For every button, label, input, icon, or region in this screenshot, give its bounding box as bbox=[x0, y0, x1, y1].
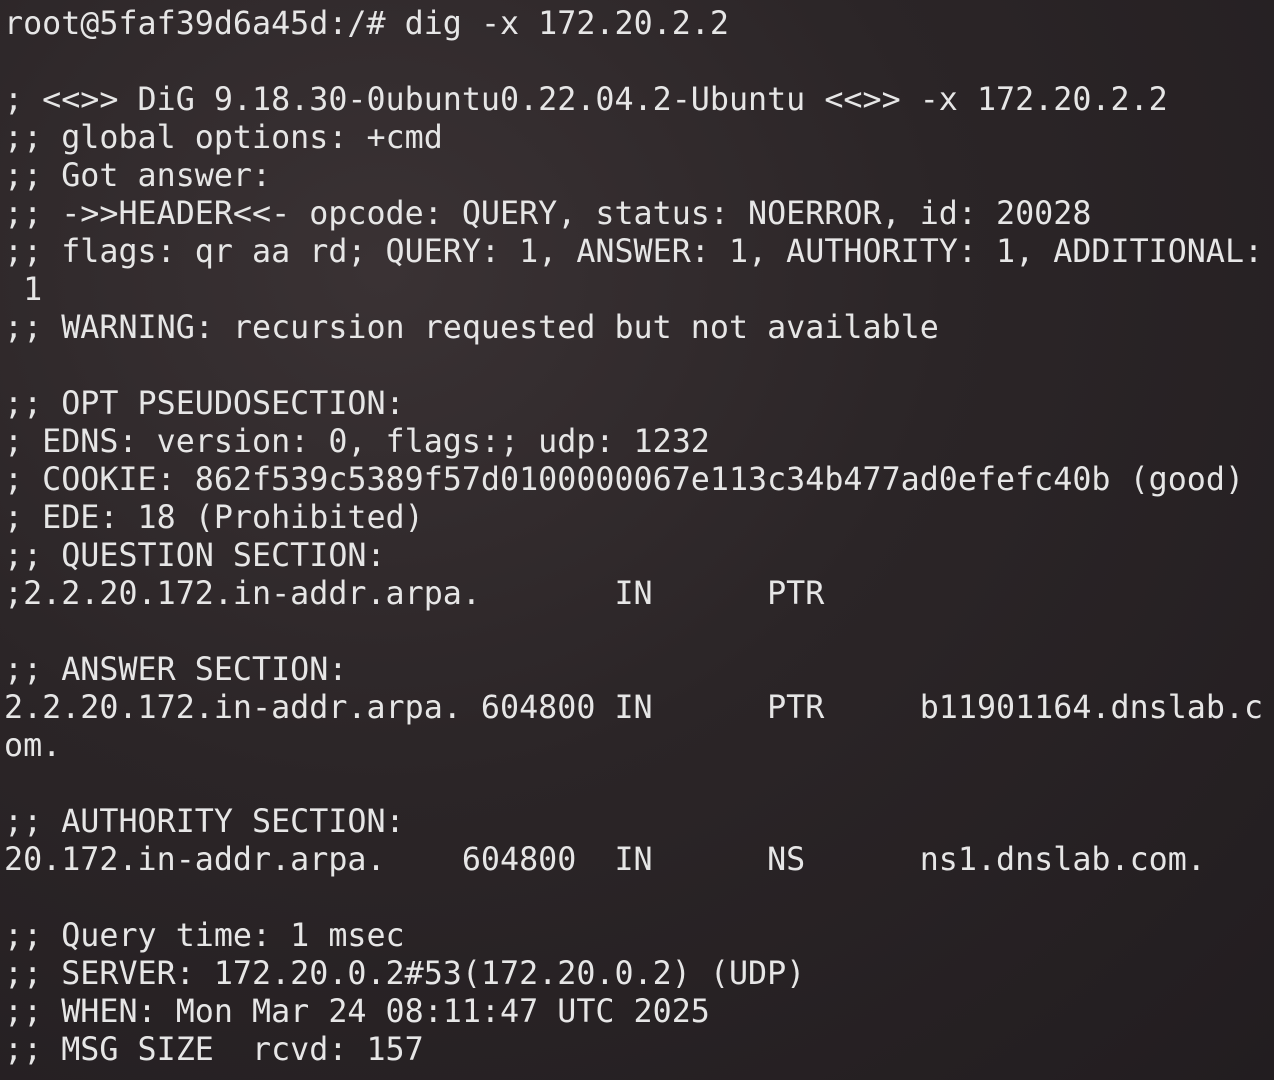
output-line: ;; flags: qr aa rd; QUERY: 1, ANSWER: 1,… bbox=[4, 234, 1264, 270]
output-line: 20.172.in-addr.arpa. 604800 IN NS ns1.dn… bbox=[4, 842, 1206, 878]
output-line: ;; AUTHORITY SECTION: bbox=[4, 804, 405, 840]
output-line: 1 bbox=[4, 272, 43, 308]
output-line: ;; ->>HEADER<<- opcode: QUERY, status: N… bbox=[4, 196, 1092, 232]
output-line: ;; Got answer: bbox=[4, 158, 272, 194]
output-line: ; COOKIE: 862f539c5389f57d0100000067e113… bbox=[4, 462, 1245, 498]
output-line: ;; Query time: 1 msec bbox=[4, 918, 405, 954]
output-line: ;; MSG SIZE rcvd: 157 bbox=[4, 1032, 424, 1068]
command-text: dig -x 172.20.2.2 bbox=[404, 6, 729, 42]
shell-prompt: root@5faf39d6a45d:/# bbox=[4, 6, 405, 42]
output-line: ;; OPT PSEUDOSECTION: bbox=[4, 386, 405, 422]
output-line: ;; QUESTION SECTION: bbox=[4, 538, 386, 574]
output-line: 2.2.20.172.in-addr.arpa. 604800 IN PTR b… bbox=[4, 690, 1264, 726]
output-line: ;2.2.20.172.in-addr.arpa. IN PTR bbox=[4, 576, 825, 612]
output-line: ;; WHEN: Mon Mar 24 08:11:47 UTC 2025 bbox=[4, 994, 710, 1030]
output-line: ; EDE: 18 (Prohibited) bbox=[4, 500, 424, 536]
output-line: ; <<>> DiG 9.18.30-0ubuntu0.22.04.2-Ubun… bbox=[4, 82, 1168, 118]
output-line: ;; SERVER: 172.20.0.2#53(172.20.0.2) (UD… bbox=[4, 956, 806, 992]
prompt-line: root@5faf39d6a45d:/# dig -x 172.20.2.2 bbox=[4, 5, 1274, 43]
output-line: ;; ANSWER SECTION: bbox=[4, 652, 348, 688]
output-line: ;; WARNING: recursion requested but not … bbox=[4, 310, 939, 346]
output-line: ; EDNS: version: 0, flags:; udp: 1232 bbox=[4, 424, 710, 460]
output-line: ;; global options: +cmd bbox=[4, 120, 443, 156]
output-line: om. bbox=[4, 728, 62, 764]
terminal-window[interactable]: root@5faf39d6a45d:/# dig -x 172.20.2.2 ;… bbox=[0, 0, 1274, 1080]
